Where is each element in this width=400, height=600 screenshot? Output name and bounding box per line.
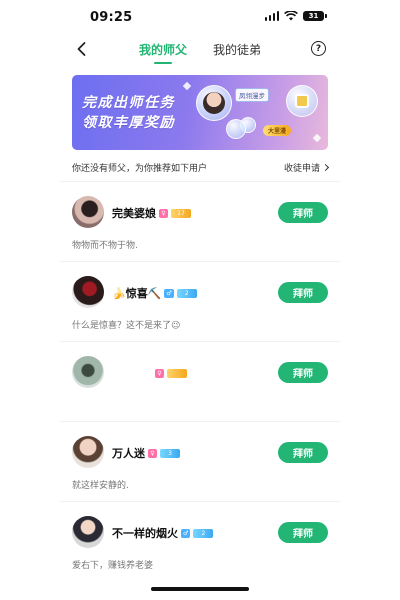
- avatar[interactable]: [72, 436, 104, 468]
- user-name: 万人迷: [112, 447, 145, 460]
- user-name: 完美婆娘: [112, 207, 156, 220]
- tab-my-master[interactable]: 我的师父: [139, 41, 187, 64]
- avatar[interactable]: [72, 196, 104, 228]
- level-badge: 2: [193, 528, 214, 538]
- tab-bar: 我的师父 我的徒弟: [60, 41, 340, 64]
- list-item: 🍌惊喜⛏️ ♂ 2 拜师 什么是惊喜？这不是来了😉: [60, 261, 340, 341]
- gender-female-icon: ♀: [155, 368, 164, 378]
- gender-female-icon: ♀: [159, 208, 168, 218]
- list-item: ♀ 拜师: [60, 341, 340, 421]
- status-time: 09:25: [90, 10, 133, 25]
- status-bar: 09:25 31: [60, 0, 340, 36]
- small-bubble: [226, 119, 246, 139]
- banner-chip: 凤翎漫步: [235, 88, 269, 102]
- top-nav: 我的师父 我的徒弟 ?: [60, 36, 340, 64]
- name-row: 万人迷 ♀ 3: [112, 446, 180, 460]
- sparkle-icon: [312, 133, 322, 143]
- name-row: 不一样的烟火 ♂ 2: [112, 526, 214, 540]
- wifi-icon: [284, 11, 298, 21]
- user-bio: 物物而不物于物.: [72, 241, 138, 251]
- mentor-task-banner[interactable]: 完成出师任务 领取丰厚奖励 凤翎漫步 大里漫: [72, 75, 328, 150]
- tab-my-apprentice[interactable]: 我的徒弟: [213, 41, 261, 64]
- banner-gold-tag: 大里漫: [263, 125, 292, 136]
- level-badge: [167, 368, 187, 378]
- list-item: 不一样的烟火 ♂ 2 拜师 爱右下，赚钱养老婆: [60, 501, 340, 581]
- name-row: 完美婆娘 ♀ 17: [112, 206, 191, 220]
- level-badge: 3: [160, 448, 180, 458]
- sparkle-icon: [182, 81, 192, 91]
- gender-female-icon: ♀: [148, 448, 157, 458]
- level-badge: 2: [176, 288, 197, 298]
- recommend-text: 你还没有师父，为你推荐如下用户: [72, 163, 208, 174]
- banner-line-2: 领取丰厚奖励: [82, 115, 175, 131]
- avatar[interactable]: [72, 276, 104, 308]
- home-indicator[interactable]: [151, 587, 249, 591]
- gift-bubble: [286, 85, 318, 117]
- avatar[interactable]: [72, 516, 104, 548]
- gender-male-icon: ♂: [164, 288, 174, 298]
- recommend-info-row: 你还没有师父，为你推荐如下用户 收徒申请: [72, 158, 330, 176]
- recommended-user-list: 完美婆娘 ♀ 17 拜师 物物而不物于物. 🍌惊喜⛏️ ♂ 2 拜师 什么是惊喜…: [60, 181, 340, 581]
- apprentice-button[interactable]: 拜师: [278, 202, 328, 223]
- banner-avatar: [203, 92, 225, 114]
- level-badge: 17: [171, 208, 191, 218]
- user-bio: 就这样安静的.: [72, 481, 129, 491]
- banner-line-1: 完成出师任务: [82, 95, 175, 111]
- apprentice-button[interactable]: 拜师: [278, 282, 328, 303]
- chevron-right-icon: [321, 163, 330, 171]
- status-icons: 31: [264, 11, 327, 21]
- help-question-icon[interactable]: ?: [311, 41, 326, 56]
- apply-link[interactable]: 收徒申请: [283, 161, 330, 174]
- signal-icon: [264, 11, 279, 21]
- user-name: 🍌惊喜⛏️: [112, 287, 162, 300]
- name-row: ♀: [152, 366, 187, 380]
- apprentice-button[interactable]: 拜师: [278, 362, 328, 383]
- list-item: 完美婆娘 ♀ 17 拜师 物物而不物于物.: [60, 181, 340, 261]
- battery-icon: 31: [303, 11, 327, 21]
- name-row: 🍌惊喜⛏️ ♂ 2: [112, 286, 197, 300]
- avatar[interactable]: [72, 356, 104, 388]
- user-name: 不一样的烟火: [112, 527, 178, 540]
- gender-male-icon: ♂: [181, 528, 191, 538]
- avatar-bubble: [196, 85, 232, 121]
- user-bio: 爱右下，赚钱养老婆: [72, 561, 154, 571]
- apprentice-button[interactable]: 拜师: [278, 522, 328, 543]
- apprentice-button[interactable]: 拜师: [278, 442, 328, 463]
- user-bio: 什么是惊喜？这不是来了😉: [72, 321, 181, 331]
- apply-label: 收徒申请: [283, 163, 320, 174]
- list-item: 万人迷 ♀ 3 拜师 就这样安静的.: [60, 421, 340, 501]
- app-screen: 09:25 31 我的师父 我的徒弟 ? 完成出师任务 领取丰厚奖励 凤翎漫步 …: [60, 0, 340, 600]
